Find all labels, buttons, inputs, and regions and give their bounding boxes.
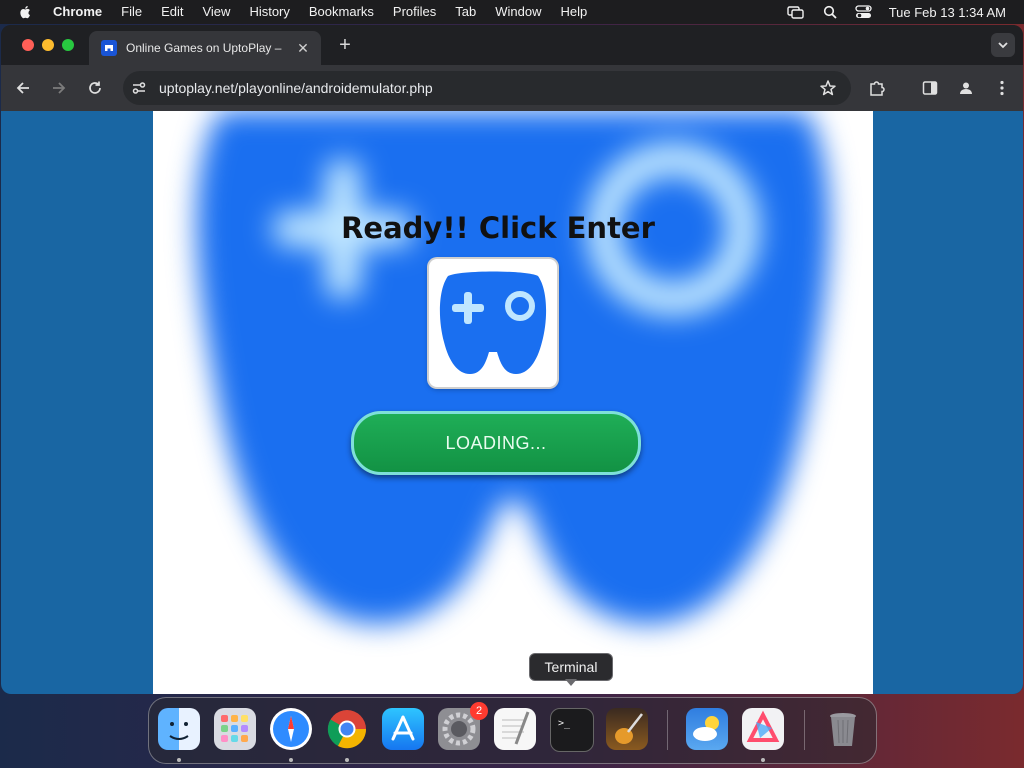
dock-running-indicator: [177, 758, 181, 762]
dock-running-indicator: [345, 758, 349, 762]
tab-uptoplay[interactable]: Online Games on UptoPlay – ✕: [89, 31, 321, 65]
dock-separator: [804, 710, 805, 750]
chrome-menu-button[interactable]: [992, 78, 1012, 98]
tab-strip: Online Games on UptoPlay – ✕ +: [1, 25, 1023, 65]
apple-icon[interactable]: [19, 5, 33, 19]
site-info-icon[interactable]: [131, 80, 147, 96]
svg-text:>_: >_: [558, 718, 571, 729]
menu-history[interactable]: History: [249, 0, 289, 24]
dock-textedit-icon[interactable]: [494, 708, 536, 750]
gamepad-logo-icon: [439, 271, 547, 374]
reload-icon: [89, 81, 101, 94]
page-viewport: Ready!! Click Enter LOADING...: [1, 111, 1023, 694]
menu-file[interactable]: File: [121, 0, 142, 24]
profile-icon: [960, 82, 972, 94]
dock-affinity-icon[interactable]: [742, 708, 784, 750]
search-icon[interactable]: [821, 5, 839, 19]
dock-separator: [667, 710, 668, 750]
dock-garageband-icon[interactable]: [606, 708, 648, 750]
menu-tab[interactable]: Tab: [455, 0, 476, 24]
back-button[interactable]: [13, 78, 33, 98]
dock-chrome-icon[interactable]: [326, 708, 368, 750]
control-center-icon[interactable]: [855, 5, 873, 19]
dock-weather-icon[interactable]: [686, 708, 728, 750]
dock-running-indicator: [289, 758, 293, 762]
dock-terminal-icon[interactable]: >_: [550, 708, 594, 752]
reload-button[interactable]: [85, 78, 105, 98]
kebab-menu-icon: [1000, 80, 1004, 96]
browser-toolbar: uptoplay.net/playonline/androidemulator.…: [1, 65, 1023, 111]
dock-trash-icon[interactable]: [822, 708, 864, 750]
bookmark-star-icon[interactable]: [819, 79, 837, 97]
blurred-gamepad-logo: [196, 111, 830, 624]
menu-window[interactable]: Window: [495, 0, 541, 24]
menu-edit[interactable]: Edit: [161, 0, 183, 24]
arrow-right-icon: [53, 82, 66, 94]
uptoplay-app-tile[interactable]: [429, 259, 557, 387]
game-frame[interactable]: Ready!! Click Enter LOADING...: [153, 111, 873, 694]
ready-heading: Ready!! Click Enter: [341, 211, 655, 245]
tab-title: Online Games on UptoPlay –: [126, 41, 282, 55]
forward-button[interactable]: [49, 78, 69, 98]
window-minimize-button[interactable]: [42, 39, 54, 51]
dock-running-indicator: [761, 758, 765, 762]
menu-profiles[interactable]: Profiles: [393, 0, 436, 24]
new-tab-button[interactable]: +: [337, 35, 353, 55]
chevron-down-icon: [998, 42, 1008, 49]
extensions-button[interactable]: [867, 78, 887, 98]
tab-close-icon[interactable]: ✕: [295, 40, 311, 56]
chrome-window: Online Games on UptoPlay – ✕ + uptoplay.…: [1, 25, 1023, 694]
arrow-left-icon: [16, 82, 29, 94]
dock-tooltip: Terminal: [529, 653, 613, 681]
menu-bookmarks[interactable]: Bookmarks: [309, 0, 374, 24]
window-close-button[interactable]: [22, 39, 34, 51]
dock-tooltip-tail: [565, 679, 577, 686]
url-text[interactable]: uptoplay.net/playonline/androidemulator.…: [159, 71, 433, 105]
dock-app-store-icon[interactable]: [382, 708, 424, 750]
dock-safari-icon[interactable]: [270, 708, 312, 750]
profile-button[interactable]: [956, 78, 976, 98]
menubar-clock[interactable]: Tue Feb 13 1:34 AM: [889, 5, 1006, 20]
dock-launchpad-icon[interactable]: [214, 708, 256, 750]
side-panel-icon: [922, 81, 938, 95]
system-settings-badge: 2: [470, 702, 488, 720]
menu-bar: Chrome File Edit View History Bookmarks …: [0, 0, 1024, 24]
uptoplay-favicon-icon: [101, 40, 117, 56]
tab-search-button[interactable]: [991, 33, 1015, 57]
menu-help[interactable]: Help: [561, 0, 588, 24]
menu-view[interactable]: View: [202, 0, 230, 24]
dock-finder-icon[interactable]: [158, 708, 200, 750]
loading-button[interactable]: LOADING...: [351, 411, 641, 475]
side-panel-button[interactable]: [920, 78, 940, 98]
address-bar[interactable]: uptoplay.net/playonline/androidemulator.…: [123, 71, 851, 105]
puzzle-icon: [870, 81, 885, 96]
screen-mirroring-icon[interactable]: [787, 5, 805, 19]
window-zoom-button[interactable]: [62, 39, 74, 51]
menu-app-chrome[interactable]: Chrome: [53, 0, 102, 24]
dock: >_: [148, 697, 877, 764]
